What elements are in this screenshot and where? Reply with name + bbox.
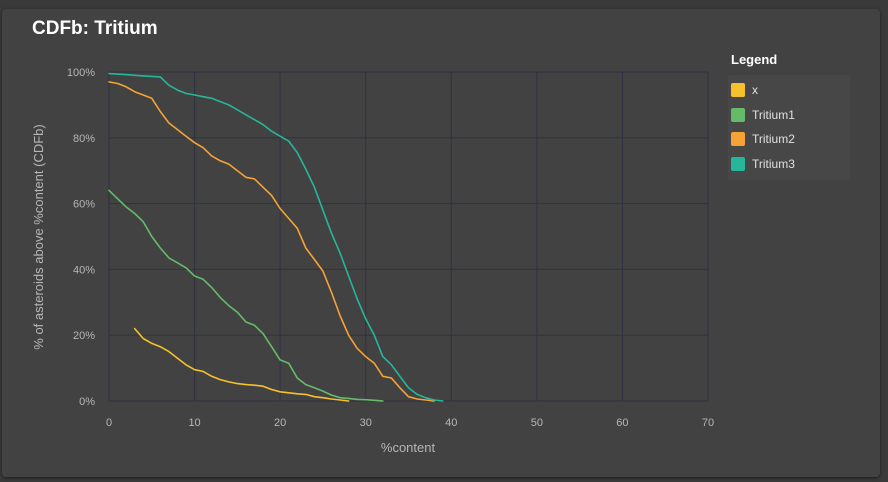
- y-axis-label: % of asteroids above %content (CDFb): [31, 124, 46, 349]
- legend-label: Tritium2: [752, 132, 795, 147]
- legend-swatch: [731, 156, 745, 171]
- legend-label: x: [752, 83, 758, 98]
- y-tick-label: 40%: [73, 264, 95, 276]
- legend-item-tritium1[interactable]: Tritium1: [728, 103, 850, 128]
- legend-swatch: [731, 83, 745, 98]
- legend-item-x[interactable]: x: [728, 78, 850, 103]
- x-tick-label: 30: [360, 417, 372, 429]
- x-tick-label: 0: [106, 417, 112, 429]
- legend-swatch: [731, 132, 745, 147]
- legend-label: Tritium1: [752, 107, 795, 122]
- y-tick-label: 80%: [73, 133, 95, 145]
- legend-label: Tritium3: [752, 156, 795, 171]
- legend-item-tritium2[interactable]: Tritium2: [728, 127, 850, 152]
- y-tick-label: 100%: [67, 67, 95, 79]
- series-line-tritium1[interactable]: [108, 189, 384, 402]
- y-tick-label: 60%: [73, 199, 95, 211]
- x-tick-label: 20: [274, 417, 286, 429]
- x-tick-label: 70: [702, 417, 714, 429]
- legend-item-tritium3[interactable]: Tritium3: [728, 152, 850, 177]
- y-tick-label: 0%: [79, 396, 95, 408]
- legend: Legend x Tritium1 Tritium2 Tritium3: [728, 52, 850, 180]
- legend-swatch: [731, 107, 745, 122]
- series-line-x[interactable]: [133, 327, 350, 402]
- legend-box: x Tritium1 Tritium2 Tritium3: [728, 75, 850, 180]
- series-line-tritium2[interactable]: [108, 81, 436, 402]
- y-tick-label: 20%: [73, 330, 95, 342]
- x-tick-label: 50: [531, 417, 543, 429]
- x-axis-label: %content: [381, 440, 436, 455]
- x-tick-label: 40: [445, 417, 457, 429]
- x-tick-label: 60: [616, 417, 628, 429]
- legend-title: Legend: [731, 52, 778, 67]
- x-tick-label: 10: [188, 417, 200, 429]
